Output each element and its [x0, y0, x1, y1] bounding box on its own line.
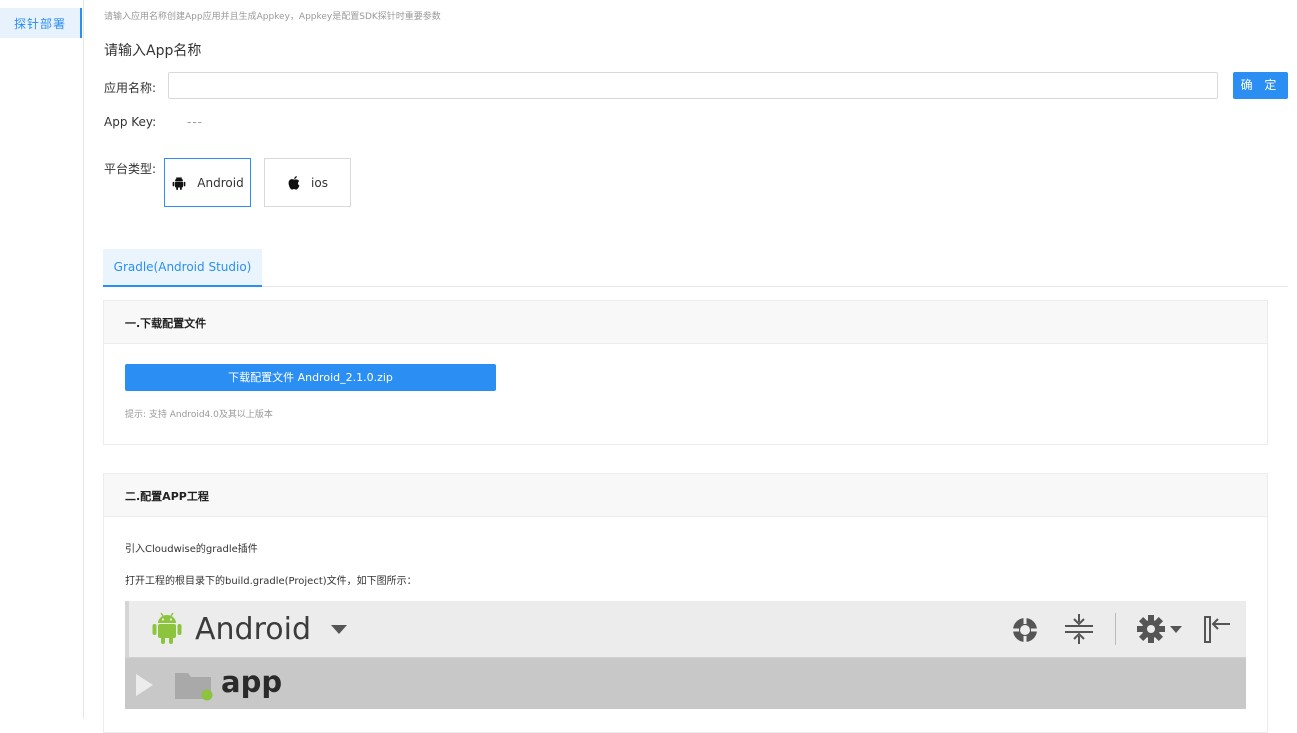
folder-icon [175, 673, 213, 701]
platform-ios-label: ios [311, 175, 328, 190]
collapse-icon [1065, 614, 1093, 644]
sidebar: 探针部署 [0, 0, 84, 719]
platform-android-option[interactable]: Android [164, 158, 251, 207]
app-name-input[interactable] [168, 72, 1218, 99]
apple-icon [288, 175, 300, 190]
platform-ios-option[interactable]: ios [264, 158, 351, 207]
android-studio-screenshot: Android app [125, 601, 1246, 709]
step1-title: 一.下载配置文件 [125, 317, 207, 330]
app-key-value: --- [187, 115, 203, 129]
pin-left-icon [1204, 616, 1230, 643]
target-icon [1011, 616, 1039, 644]
project-toolbar: Android [125, 601, 1246, 658]
step2-line-2: 打开工程的根目录下的build.gradle(Project)文件，如下图所示： [125, 576, 417, 587]
android-icon [152, 612, 182, 644]
project-tree-row-app: app [125, 658, 1246, 709]
download-hint: 提示: 支持 Android4.0及其以上版本 [125, 410, 273, 420]
gear-icon [1137, 615, 1165, 643]
module-label: app [221, 665, 283, 699]
step2-title: 二.配置APP工程 [125, 490, 209, 503]
dropdown-arrow-icon [1170, 626, 1182, 633]
download-config-button[interactable]: 下载配置文件 Android_2.1.0.zip [125, 364, 496, 391]
sidebar-item-probe-deploy[interactable]: 探针部署 [0, 8, 82, 38]
page-hint: 请输入应用名称创建App应用并且生成Appkey，Appkey是配置SDK探针时… [104, 12, 441, 22]
android-icon [172, 176, 186, 190]
expand-arrow-icon [136, 674, 153, 696]
app-key-label: App Key: [104, 115, 157, 129]
tab-gradle-android-studio[interactable]: Gradle(Android Studio) [103, 249, 262, 287]
step1-header: 一.下载配置文件 [104, 301, 1267, 344]
dropdown-arrow-icon [331, 625, 347, 634]
step2-line-1: 引入Cloudwise的gradle插件 [125, 544, 258, 555]
confirm-button[interactable]: 确 定 [1233, 72, 1288, 99]
platform-android-label: Android [197, 175, 244, 190]
step2-header: 二.配置APP工程 [104, 474, 1267, 517]
project-view-label: Android [195, 612, 311, 647]
tab-divider [102, 286, 1288, 287]
platform-label: 平台类型: [104, 162, 157, 176]
page-title: 请输入App名称 [104, 43, 202, 59]
app-name-label: 应用名称: [104, 81, 157, 95]
toolbar-separator [1115, 613, 1116, 645]
sidebar-item-label: 探针部署 [14, 17, 67, 31]
